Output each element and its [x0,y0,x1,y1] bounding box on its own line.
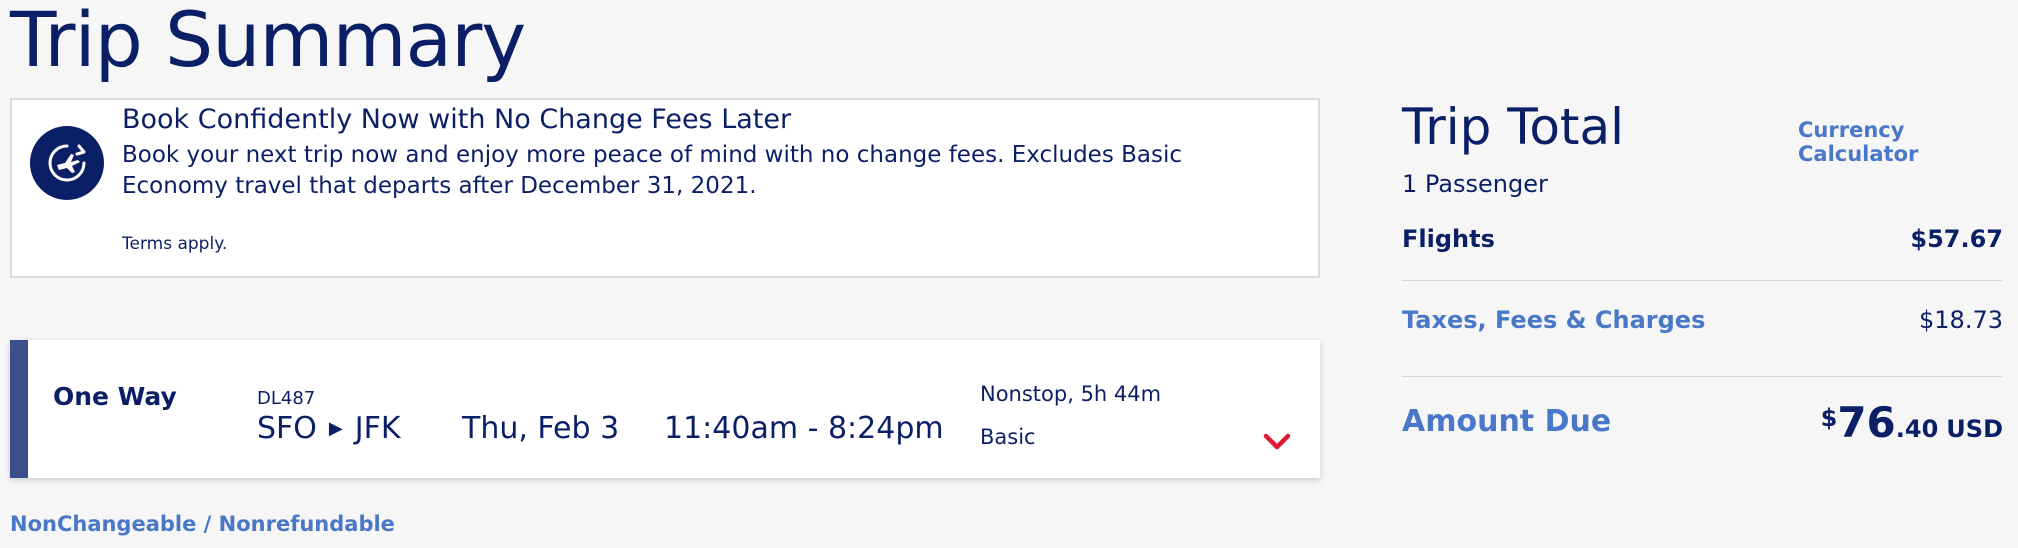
taxes-fees-link[interactable]: Taxes, Fees & Charges [1402,306,1705,334]
divider [1402,376,2002,377]
promo-title: Book Confidently Now with No Change Fees… [122,104,792,135]
chevron-down-icon[interactable] [1262,432,1292,452]
taxes-fees-price: $18.73 [1919,306,2003,334]
flight-card-accent [10,340,28,478]
flight-time: 11:40am - 8:24pm [664,411,944,446]
currency-symbol: $ [1820,404,1838,432]
promo-body: Book your next trip now and enjoy more p… [122,142,1182,199]
arrow-right-icon: ▶ [328,418,343,439]
flight-route: SFO ▶ JFK [257,411,401,446]
amount-currency: USD [1946,415,2003,443]
flights-label: Flights [1402,225,1495,253]
amount-due-value: $ 76 .40 USD [1821,398,2003,447]
amount-cents: .40 [1895,415,1939,443]
flights-price: $57.67 [1910,225,2003,253]
airplane-clock-icon [30,126,104,200]
terms-link[interactable]: Terms apply. [122,234,227,254]
promo-card: Book Confidently Now with No Change Fees… [10,98,1320,278]
flight-number: DL487 [257,388,316,409]
flight-date: Thu, Feb 3 [462,411,620,446]
amount-due-label: Amount Due [1402,404,1612,439]
destination-airport: JFK [354,411,401,446]
passenger-count: 1 Passenger [1402,170,1548,198]
page-title: Trip Summary [10,0,526,84]
trip-total-title: Trip Total [1402,98,1625,156]
trip-type: One Way [53,382,177,411]
fare-class: Basic [980,425,1036,449]
divider [1402,280,2002,281]
origin-airport: SFO [257,411,317,446]
flight-stops-duration: Nonstop, 5h 44m [980,382,1162,406]
amount-dollars: 76 [1837,398,1896,447]
flight-card[interactable]: One Way DL487 SFO ▶ JFK Thu, Feb 3 11:40… [10,340,1320,478]
fare-rule-link[interactable]: NonChangeable / Nonrefundable [10,512,395,536]
currency-calculator-link[interactable]: Currency Calculator [1798,118,2018,166]
